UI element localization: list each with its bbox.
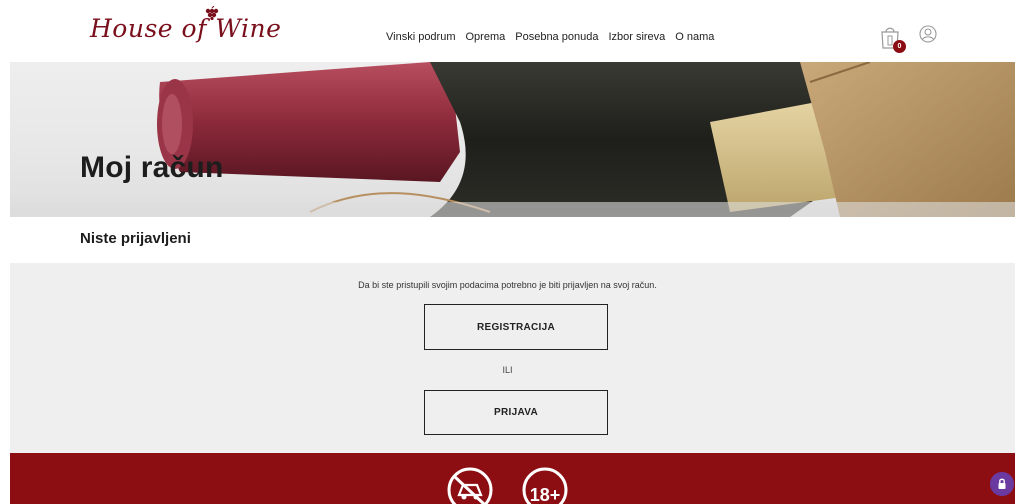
nav-item-o-nama[interactable]: O nama xyxy=(675,31,714,43)
age-label: 18+ xyxy=(530,485,561,504)
or-separator: ILI xyxy=(502,365,513,375)
cart-count-badge: 0 xyxy=(893,40,906,53)
login-button[interactable]: PRIJAVA xyxy=(424,390,608,435)
page-title: Moj račun xyxy=(80,151,224,184)
age-18-icon: 18+ xyxy=(522,467,568,504)
wine-bottle-image xyxy=(10,62,1015,217)
register-button[interactable]: REGISTRACIJA xyxy=(424,304,608,350)
nav-item-posebna-ponuda[interactable]: Posebna ponuda xyxy=(515,31,598,43)
user-icon[interactable] xyxy=(919,25,937,43)
grape-icon xyxy=(205,6,219,20)
nav-item-vinski-podrum[interactable]: Vinski podrum xyxy=(386,31,456,43)
logo[interactable]: House of Wine xyxy=(90,6,282,43)
site-header: House of Wine Vinski podrum Oprema Poseb… xyxy=(0,0,1015,62)
main-nav: Vinski podrum Oprema Posebna ponuda Izbo… xyxy=(386,31,714,43)
site-footer: 18+ xyxy=(10,453,1015,504)
logo-text: House of Wine xyxy=(90,14,282,43)
login-notice: Da bi ste pristupili svojim podacima pot… xyxy=(358,280,657,290)
no-drink-driving-icon xyxy=(447,467,493,504)
lock-icon[interactable] xyxy=(990,472,1014,496)
nav-item-izbor-sireva[interactable]: Izbor sireva xyxy=(608,31,665,43)
nav-item-oprema[interactable]: Oprema xyxy=(466,31,506,43)
login-status-heading: Niste prijavljeni xyxy=(80,230,191,247)
hero-banner xyxy=(10,62,1015,217)
